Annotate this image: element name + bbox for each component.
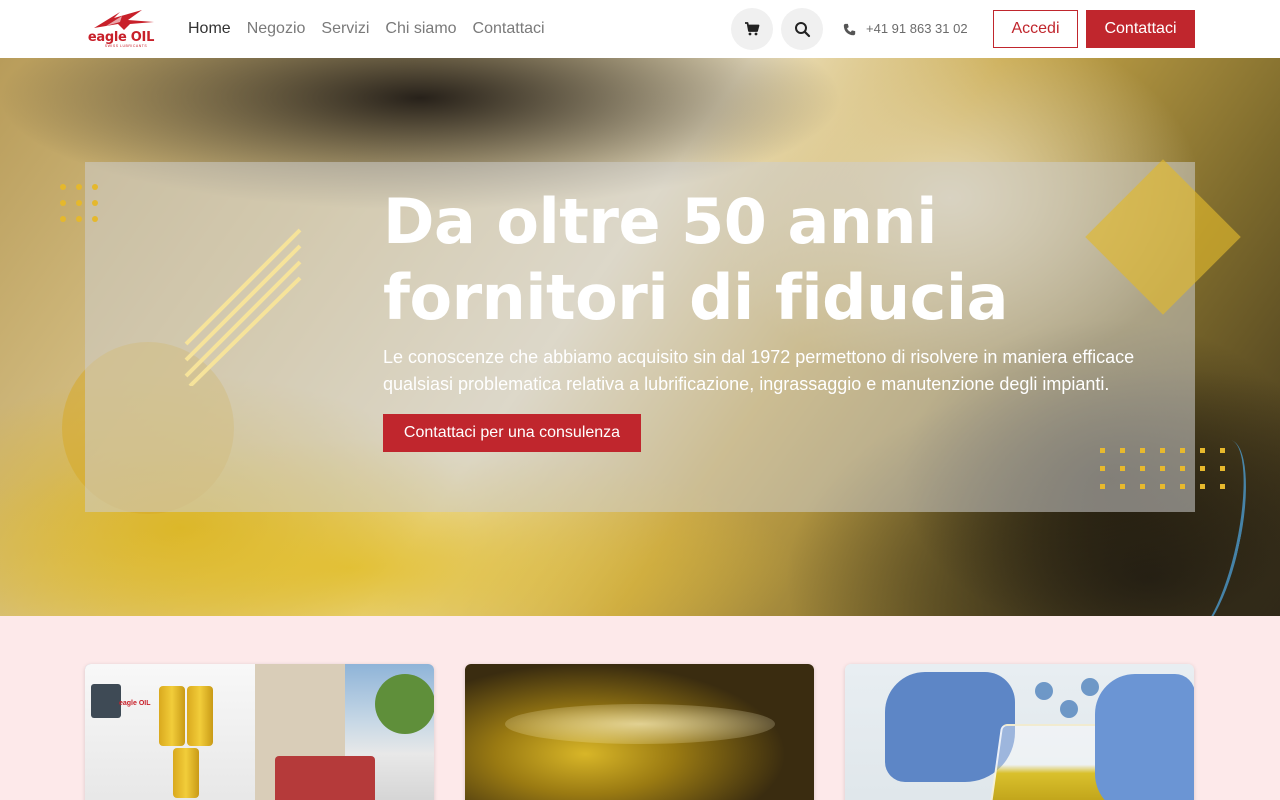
cart-icon xyxy=(745,22,760,36)
login-button[interactable]: Accedi xyxy=(993,10,1078,48)
oil-texture-photo xyxy=(505,704,775,744)
nav-item-servizi[interactable]: Servizi xyxy=(321,18,369,40)
hero-title-line1: Da oltre 50 anni xyxy=(383,185,937,258)
site-header: eagle OIL SWISS LUBRICANTS Home Negozio … xyxy=(0,0,1280,58)
hero-subtitle: Le conoscenze che abbiamo acquisito sin … xyxy=(383,347,1135,394)
nav-item-home[interactable]: Home xyxy=(188,18,231,40)
services-cards-section: eagle OIL xyxy=(0,616,1280,800)
phone-contact[interactable]: +41 91 863 31 02 xyxy=(843,19,968,39)
nav-item-negozio[interactable]: Negozio xyxy=(247,18,306,40)
consultation-cta-button[interactable]: Contattaci per una consulenza xyxy=(383,414,641,452)
contact-button[interactable]: Contattaci xyxy=(1086,10,1195,48)
hero-banner: Da oltre 50 anni fornitori di fiducia Le… xyxy=(0,58,1280,616)
search-button[interactable] xyxy=(781,8,823,50)
cart-button[interactable] xyxy=(731,8,773,50)
decorative-dots-left xyxy=(60,184,110,234)
nav-item-contattaci[interactable]: Contattaci xyxy=(473,18,545,40)
hero-title: Da oltre 50 anni fornitori di fiducia xyxy=(383,184,1163,336)
logo-tagline: SWISS LUBRICANTS xyxy=(104,44,148,48)
card-delivery[interactable]: eagle OIL xyxy=(85,664,434,800)
main-nav: Home Negozio Servizi Chi siamo Contattac… xyxy=(188,18,561,40)
logo[interactable]: eagle OIL SWISS LUBRICANTS xyxy=(84,8,158,50)
eagle-logo-icon xyxy=(94,10,154,30)
nav-item-chi-siamo[interactable]: Chi siamo xyxy=(385,18,456,40)
decorative-dots-right xyxy=(1100,448,1240,498)
card-lab[interactable] xyxy=(845,664,1194,800)
delivery-van-photo: eagle OIL xyxy=(85,664,255,800)
phone-icon xyxy=(843,23,856,35)
logo-text: eagle OIL xyxy=(87,30,155,45)
card-oil[interactable] xyxy=(465,664,814,800)
search-icon xyxy=(794,21,810,37)
van-logo-text: eagle OIL xyxy=(119,700,151,707)
hero-title-line2: fornitori di fiducia xyxy=(383,261,1009,334)
phone-number: +41 91 863 31 02 xyxy=(866,21,968,36)
decorative-lines xyxy=(184,228,302,386)
